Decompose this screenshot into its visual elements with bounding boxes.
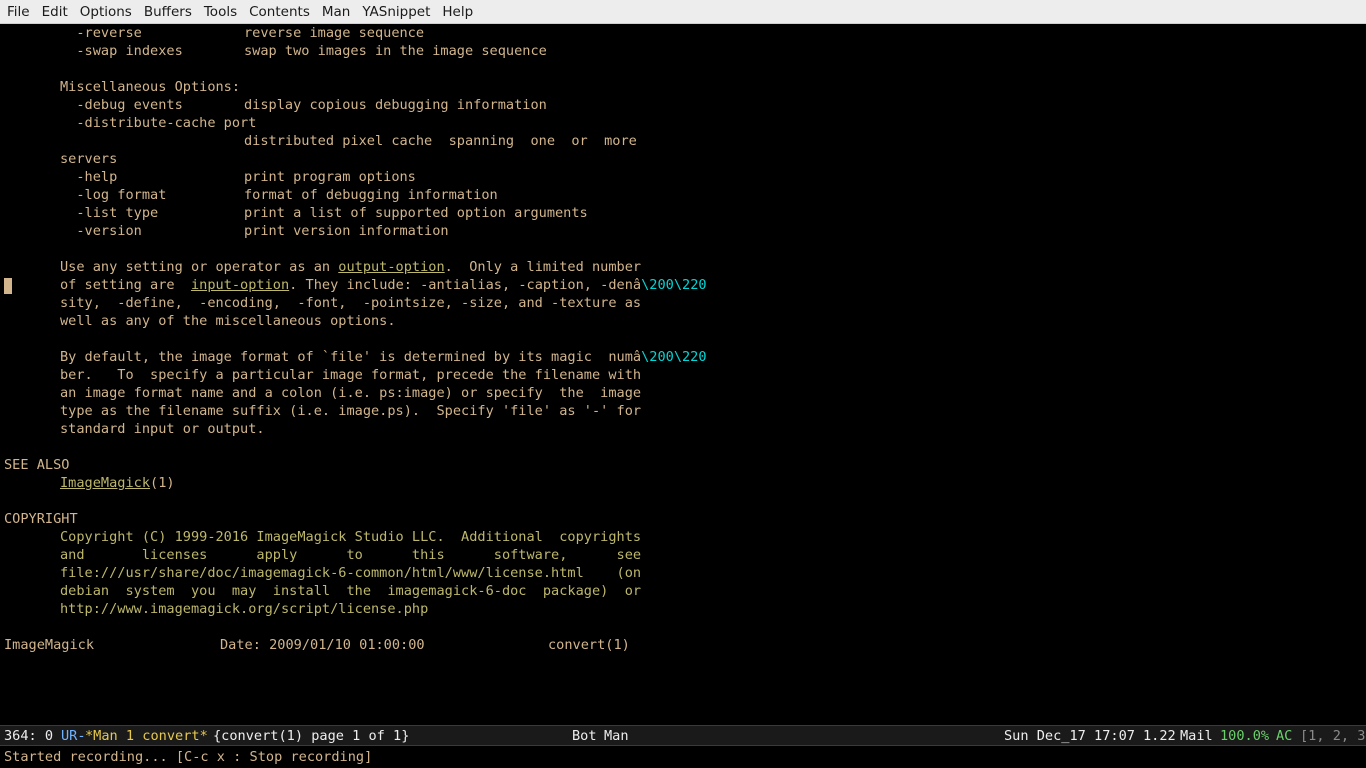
option-help-desc: print program options [244, 169, 416, 185]
copyright-line: file:///usr/share/doc/imagemagick-6-comm… [60, 565, 642, 581]
paragraph-line: of setting are input-option. They includ… [60, 276, 707, 294]
output-option-link[interactable]: output-option [338, 259, 444, 275]
text-segment: . Only a limited number [444, 259, 642, 275]
menu-tools[interactable]: Tools [198, 0, 243, 24]
text-segment: Use any setting or operator as an [60, 259, 339, 275]
modeline-buffer-name[interactable]: *Man 1 convert* [85, 726, 208, 745]
menu-contents[interactable]: Contents [243, 0, 316, 24]
no-eye-icon [636, 729, 685, 745]
modeline-load: 1.22 [1143, 728, 1176, 744]
see-also-line: ImageMagick(1) [60, 474, 175, 492]
copyright-line: Copyright (C) 1999-2016 ImageMagick Stud… [60, 529, 642, 545]
man-page-buffer[interactable]: -reverse reverse image sequence -swap in… [0, 24, 1366, 724]
menu-bar: File Edit Options Buffers Tools Contents… [0, 0, 1366, 24]
option-distribute-desc: distributed pixel cache spanning one or … [244, 133, 637, 149]
copyright-heading: COPYRIGHT [4, 511, 78, 527]
footer-date: Date: 2009/01/10 01:00:00 [220, 637, 425, 653]
paragraph-line: standard input or output. [60, 421, 265, 437]
escape-sequence: \200\220 [641, 349, 707, 365]
copyright-line: http://www.imagemagick.org/script/licens… [60, 601, 429, 617]
option-log-desc: format of debugging information [244, 187, 498, 203]
modeline-ac: AC [1276, 728, 1293, 744]
text-segment: . They include: -antialias, -caption, -d… [289, 277, 642, 293]
paragraph-line: ber. To specify a particular image forma… [60, 367, 642, 383]
footer-left: ImageMagick [4, 637, 95, 653]
menu-yasnippet[interactable]: YASnippet [356, 0, 436, 24]
option-reverse-desc: reverse image sequence [244, 25, 425, 41]
see-also-heading: SEE ALSO [4, 457, 70, 473]
modeline-datetime: Sun Dec_17 17:07 [1004, 728, 1135, 744]
menu-edit[interactable]: Edit [36, 0, 74, 24]
option-swap: -swap indexes [60, 43, 183, 59]
option-swap-desc: swap two images in the image sequence [244, 43, 547, 59]
option-version: -version [60, 223, 142, 239]
option-list-desc: print a list of supported option argumen… [244, 205, 588, 221]
menu-options[interactable]: Options [74, 0, 138, 24]
option-help: -help [60, 169, 118, 185]
misc-options-heading: Miscellaneous Options: [60, 79, 241, 95]
option-debug-desc: display copious debugging information [244, 97, 547, 113]
option-list: -list type [60, 205, 159, 221]
paragraph-line: By default, the image format of `file' i… [60, 348, 707, 366]
paragraph-line: type as the filename suffix (i.e. image.… [60, 403, 642, 419]
input-option-link[interactable]: input-option [191, 277, 289, 293]
servers-text: servers [60, 151, 118, 167]
text-segment: By default, the image format of `file' i… [60, 349, 642, 365]
menu-file[interactable]: File [0, 0, 36, 24]
modeline-flags: UR- [61, 728, 86, 744]
option-reverse: -reverse [60, 25, 142, 41]
option-distribute-cache: -distribute-cache port [60, 115, 257, 131]
modeline-workspaces: [1, 2, 3 [1300, 728, 1366, 744]
escape-sequence: \200\220 [641, 277, 707, 293]
modeline-position: 364: 0 [4, 728, 54, 744]
option-log: -log format [60, 187, 167, 203]
copyright-line: and licenses apply to this software, see [60, 547, 642, 563]
modeline-bot: Bot [572, 728, 597, 744]
option-version-desc: print version information [244, 223, 449, 239]
echo-area: Started recording... [C-c x : Stop recor… [0, 747, 1366, 768]
modeline-mail: Mail [1180, 728, 1213, 744]
menu-man[interactable]: Man [316, 0, 356, 24]
modeline-page-info: {convert(1) page 1 of 1} [213, 728, 410, 744]
text-cursor [4, 278, 12, 294]
text-segment: (1) [150, 475, 175, 491]
menu-help[interactable]: Help [436, 0, 479, 24]
paragraph-line: sity, -define, -encoding, -font, -points… [60, 295, 642, 311]
modeline-major-mode[interactable]: Man [604, 726, 629, 745]
paragraph-line: an image format name and a colon (i.e. p… [60, 385, 642, 401]
footer-right: convert(1) [548, 637, 630, 653]
imagemagick-link[interactable]: ImageMagick [60, 475, 150, 491]
text-segment: of setting are [60, 277, 191, 293]
modeline-battery: 100.0% [1220, 728, 1270, 744]
paragraph-line: well as any of the miscellaneous options… [60, 313, 396, 329]
mode-line: 364: 0 UR- *Man 1 convert* {convert(1) p… [0, 725, 1366, 746]
paragraph-line: Use any setting or operator as an output… [60, 258, 641, 276]
menu-buffers[interactable]: Buffers [138, 0, 198, 24]
option-debug: -debug events [60, 97, 183, 113]
copyright-line: debian system you may install the imagem… [60, 583, 642, 599]
